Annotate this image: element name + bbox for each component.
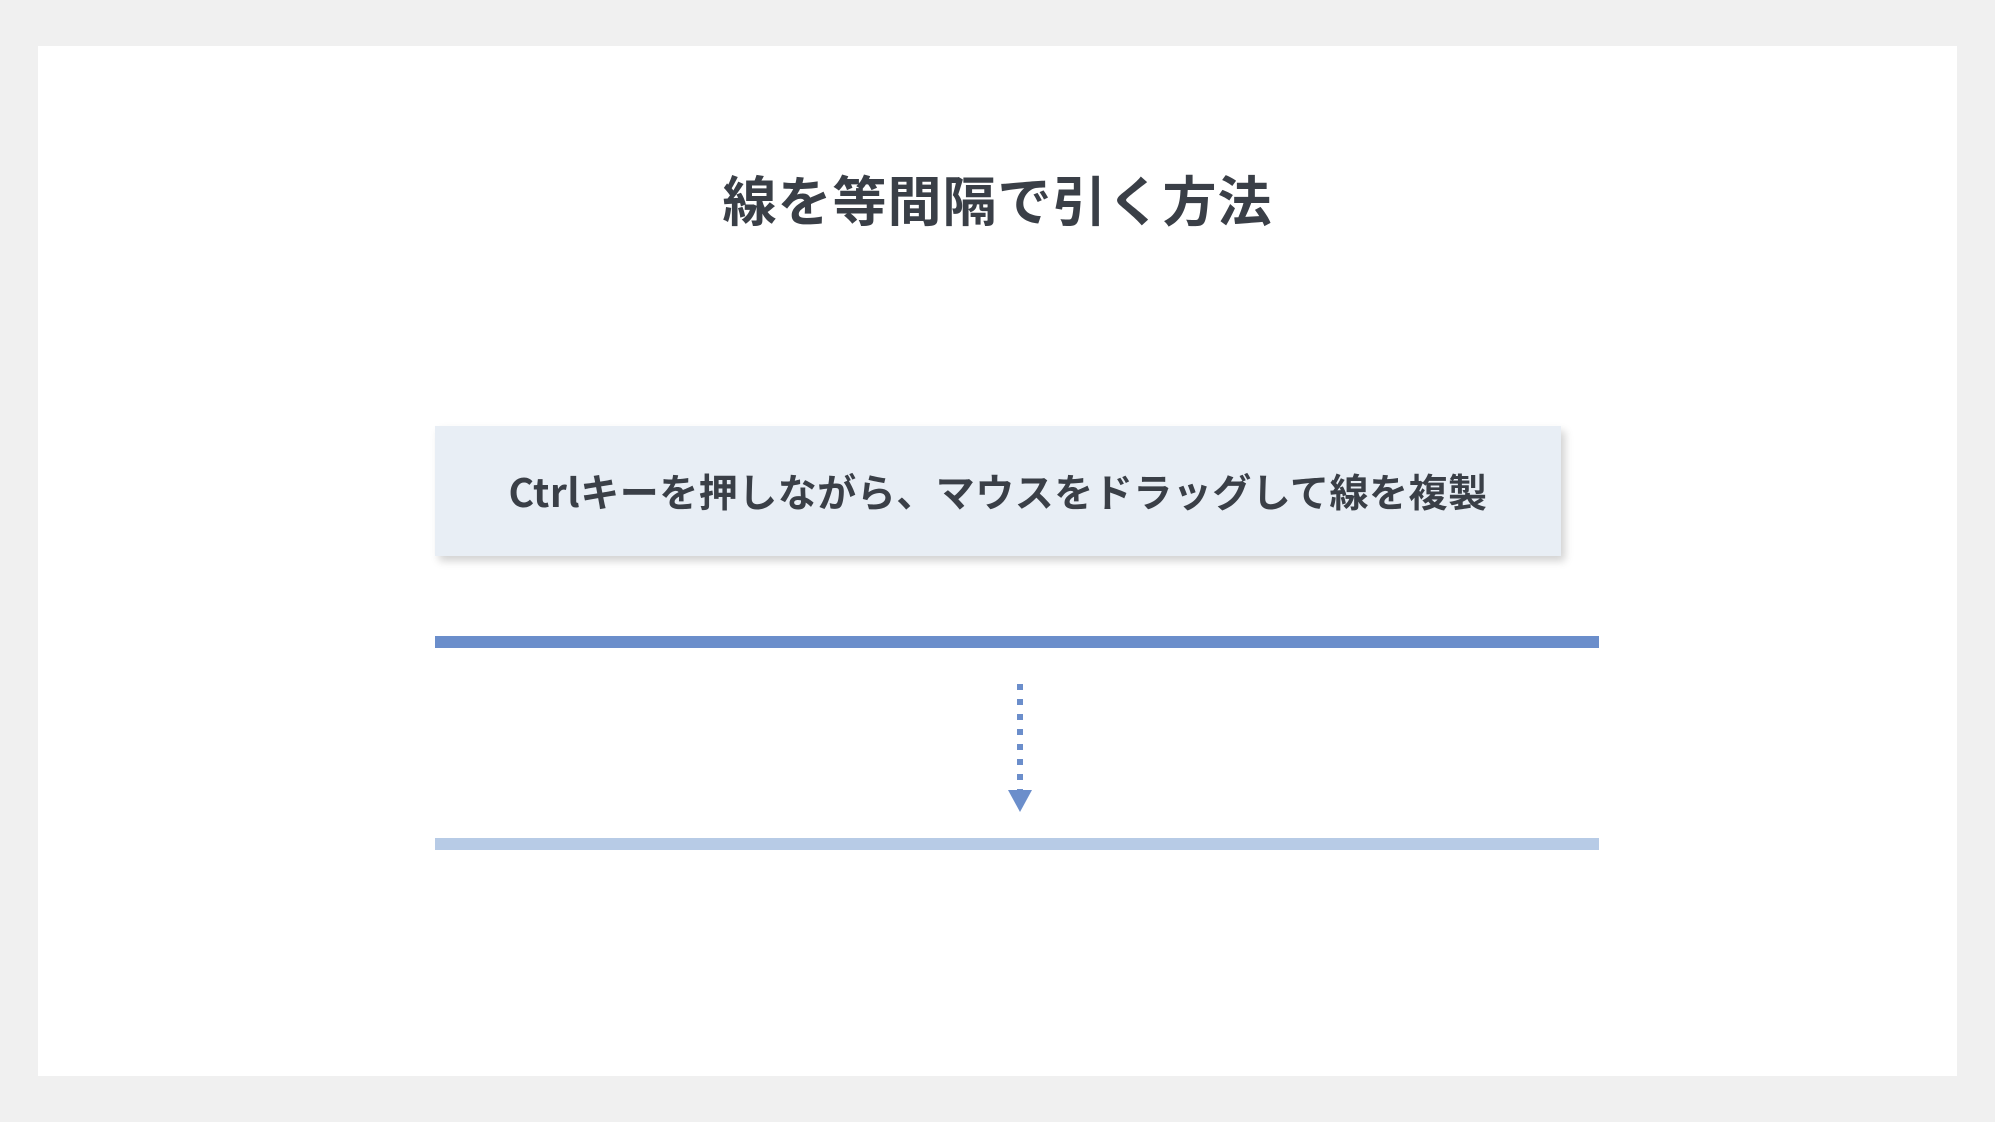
stage: 線を等間隔で引く方法 Ctrlキーを押しながら、マウスをドラッグして線を複製 [0, 0, 1995, 1122]
instruction-callout: Ctrlキーを押しながら、マウスをドラッグして線を複製 [435, 426, 1561, 556]
arrow-down-icon [1003, 682, 1037, 812]
instruction-text: Ctrlキーを押しながら、マウスをドラッグして線を複製 [508, 463, 1487, 519]
duplicated-line [435, 838, 1599, 850]
slide: 線を等間隔で引く方法 Ctrlキーを押しながら、マウスをドラッグして線を複製 [38, 46, 1957, 1076]
original-line [435, 636, 1599, 648]
slide-title: 線を等間隔で引く方法 [38, 158, 1957, 237]
